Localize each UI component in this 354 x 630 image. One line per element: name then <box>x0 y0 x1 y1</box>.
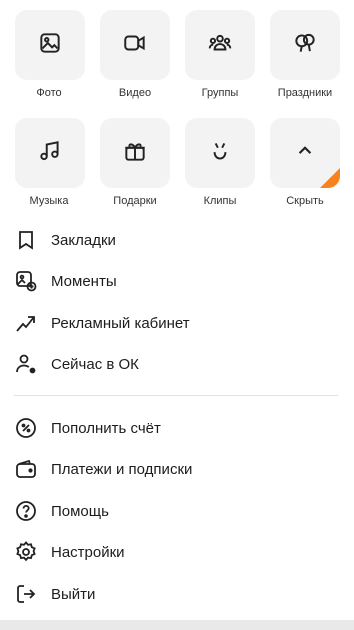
menu-item-label: Рекламный кабинет <box>51 314 190 332</box>
groups-tile[interactable] <box>185 10 255 80</box>
photo-tile[interactable] <box>15 10 85 80</box>
bookmark-icon <box>14 228 38 252</box>
logout-icon <box>14 582 38 606</box>
accent-corner <box>320 168 340 188</box>
gifts-label: Подарки <box>113 195 157 207</box>
groups-label: Группы <box>201 87 239 99</box>
hide-tile[interactable] <box>270 118 340 188</box>
menu-item-label: Платежи и подписки <box>51 460 193 478</box>
menu-item-label: Пополнить счёт <box>51 419 161 437</box>
clips-icon <box>207 138 233 169</box>
music-label: Музыка <box>29 195 69 207</box>
bottom-edge <box>0 620 354 630</box>
balloons-icon <box>292 30 318 61</box>
menu-item-ads[interactable]: Рекламный кабинет <box>0 303 354 343</box>
menu-item-label: Сейчас в ОК <box>51 355 139 373</box>
video-icon <box>122 30 148 61</box>
photo-label: Фото <box>36 87 62 99</box>
menu-item-now-in-ok[interactable]: Сейчас в ОК <box>0 344 354 384</box>
menu-item-label: Закладки <box>51 231 116 249</box>
percent-icon <box>14 416 38 440</box>
user-online-icon <box>14 352 38 376</box>
video-tile[interactable] <box>100 10 170 80</box>
holidays-label: Праздники <box>277 87 333 99</box>
hide-label: Скрыть <box>286 195 324 207</box>
music-note-icon <box>37 138 63 169</box>
clips-label: Клипы <box>203 195 237 207</box>
music-tile[interactable] <box>15 118 85 188</box>
clips-tile[interactable] <box>185 118 255 188</box>
ads-trend-icon <box>14 311 38 335</box>
menu-item-payments[interactable]: Платежи и подписки <box>0 449 354 489</box>
photo-icon <box>37 30 63 61</box>
menu-item-bookmarks[interactable]: Закладки <box>0 220 354 260</box>
holidays-tile[interactable] <box>270 10 340 80</box>
help-icon <box>14 499 38 523</box>
chevron-up-icon <box>292 138 318 169</box>
menu-item-logout[interactable]: Выйти <box>0 574 354 614</box>
moments-icon <box>14 269 38 293</box>
gear-icon <box>14 540 38 564</box>
gifts-tile[interactable] <box>100 118 170 188</box>
menu-item-help[interactable]: Помощь <box>0 491 354 531</box>
gift-icon <box>122 138 148 169</box>
video-label: Видео <box>118 87 152 99</box>
menu-divider <box>14 395 338 396</box>
menu-item-moments[interactable]: Моменты <box>0 261 354 301</box>
wallet-icon <box>14 457 38 481</box>
menu-item-label: Помощь <box>51 502 109 520</box>
menu-item-top-up[interactable]: Пополнить счёт <box>0 408 354 448</box>
groups-icon <box>207 30 233 61</box>
menu-item-label: Выйти <box>51 585 96 603</box>
menu-item-settings[interactable]: Настройки <box>0 532 354 572</box>
menu-item-label: Моменты <box>51 272 117 290</box>
menu-item-label: Настройки <box>51 543 125 561</box>
